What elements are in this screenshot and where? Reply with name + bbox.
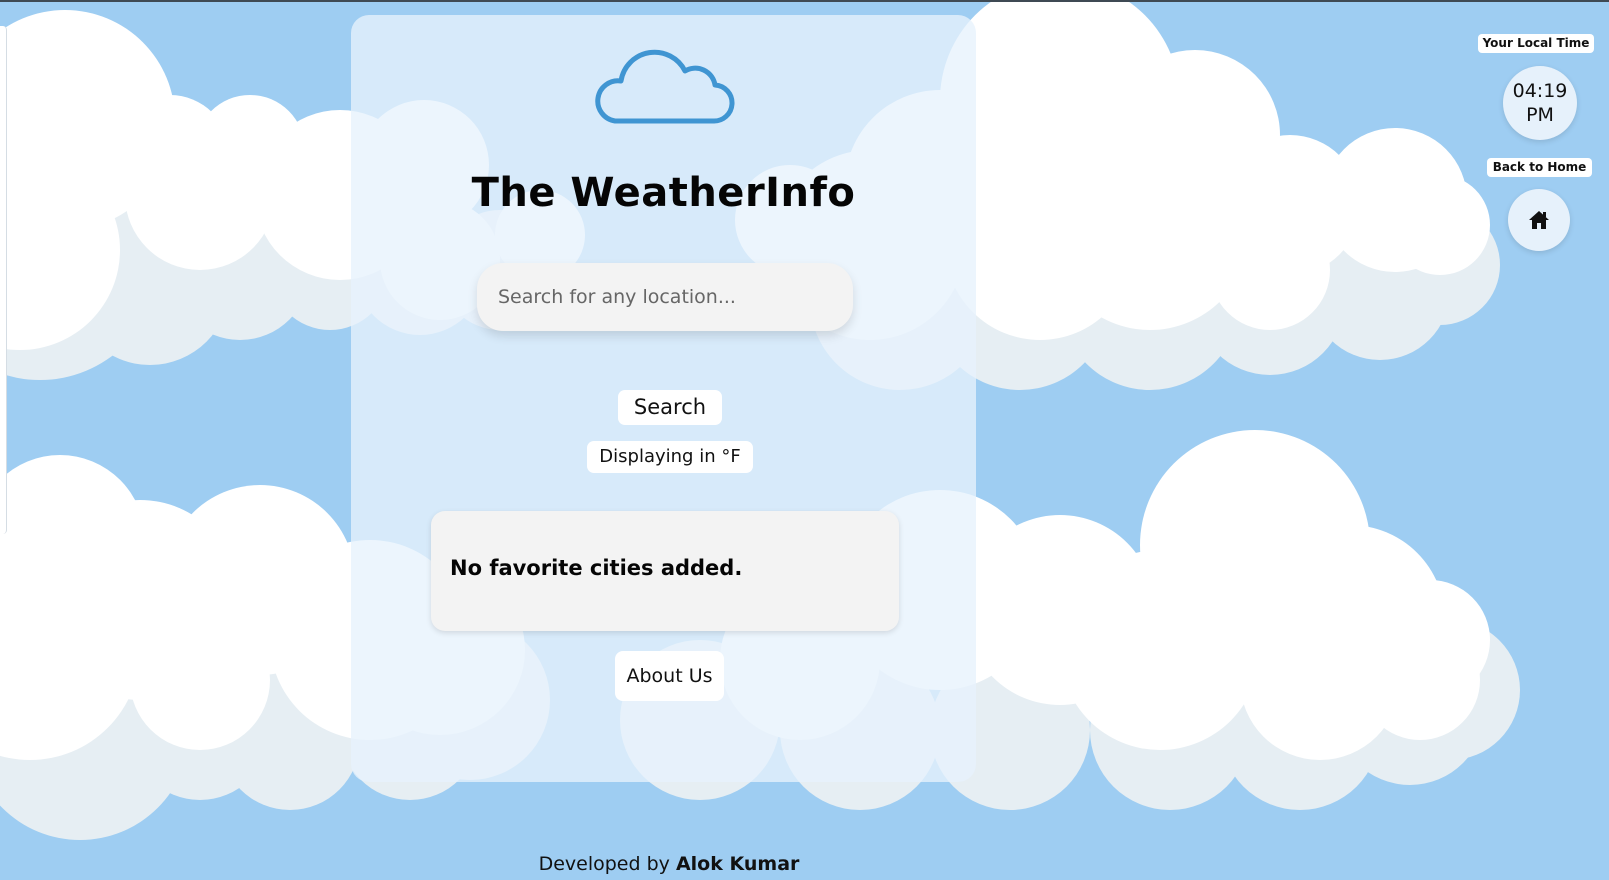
footer-author: Alok Kumar <box>675 853 800 875</box>
back-to-home-label: Back to Home <box>1487 158 1592 177</box>
favorites-panel: No favorite cities added. <box>431 511 899 631</box>
local-time-label: Your Local Time <box>1478 34 1594 53</box>
back-to-home-button[interactable] <box>1508 189 1570 251</box>
footer-prefix: Developed by <box>538 853 676 875</box>
unit-toggle-button[interactable]: Displaying in °F <box>587 441 753 473</box>
local-time-value: 04:19 <box>1512 80 1568 102</box>
local-time-display: 04:19 PM <box>1503 66 1577 140</box>
left-side-panel <box>0 26 7 534</box>
home-icon <box>1529 211 1549 229</box>
search-button[interactable]: Search <box>618 390 722 425</box>
favorites-empty-message: No favorite cities added. <box>450 556 743 580</box>
footer-credit: Developed by Alok Kumar <box>469 853 869 875</box>
local-time-period: PM <box>1526 104 1554 126</box>
about-us-button[interactable]: About Us <box>615 651 724 701</box>
main-card: The WeatherInfo Search Displaying in °F … <box>351 15 976 782</box>
search-input[interactable] <box>477 263 853 331</box>
page-title: The WeatherInfo <box>471 170 856 216</box>
window-top-border <box>0 0 1609 2</box>
cloud-icon <box>595 49 735 124</box>
